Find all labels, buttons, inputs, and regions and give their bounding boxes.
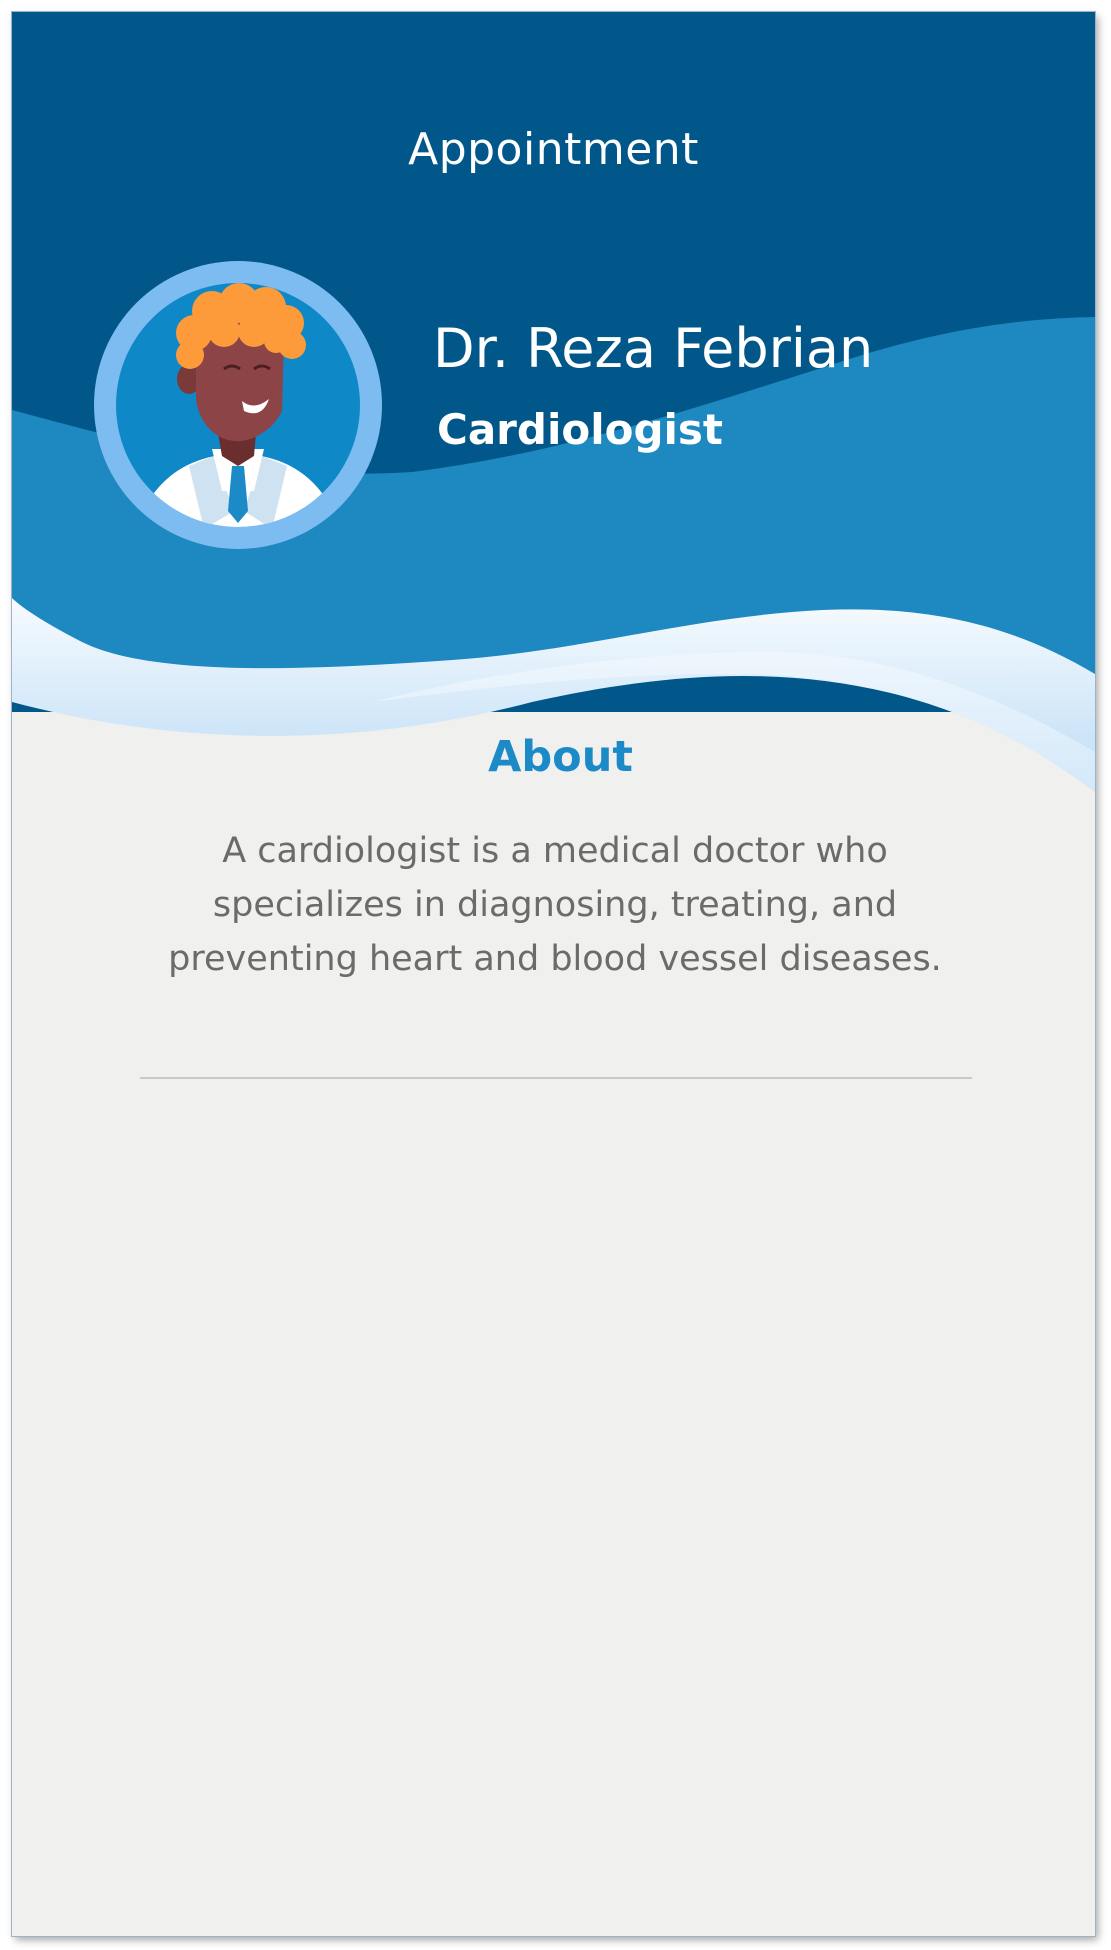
doctor-specialty: Cardiologist <box>437 405 723 454</box>
about-description: A cardiologist is a medical doctor who s… <box>168 831 942 979</box>
section-divider <box>140 1077 972 1079</box>
about-heading: About <box>488 732 633 782</box>
doctor-avatar-icon <box>94 261 382 549</box>
app-screen: Appointment Dr. Reza Febrian Cardiologis… <box>12 12 1095 1936</box>
page-title: Appointment <box>408 124 699 175</box>
doctor-name: Dr. Reza Febrian <box>433 317 874 380</box>
